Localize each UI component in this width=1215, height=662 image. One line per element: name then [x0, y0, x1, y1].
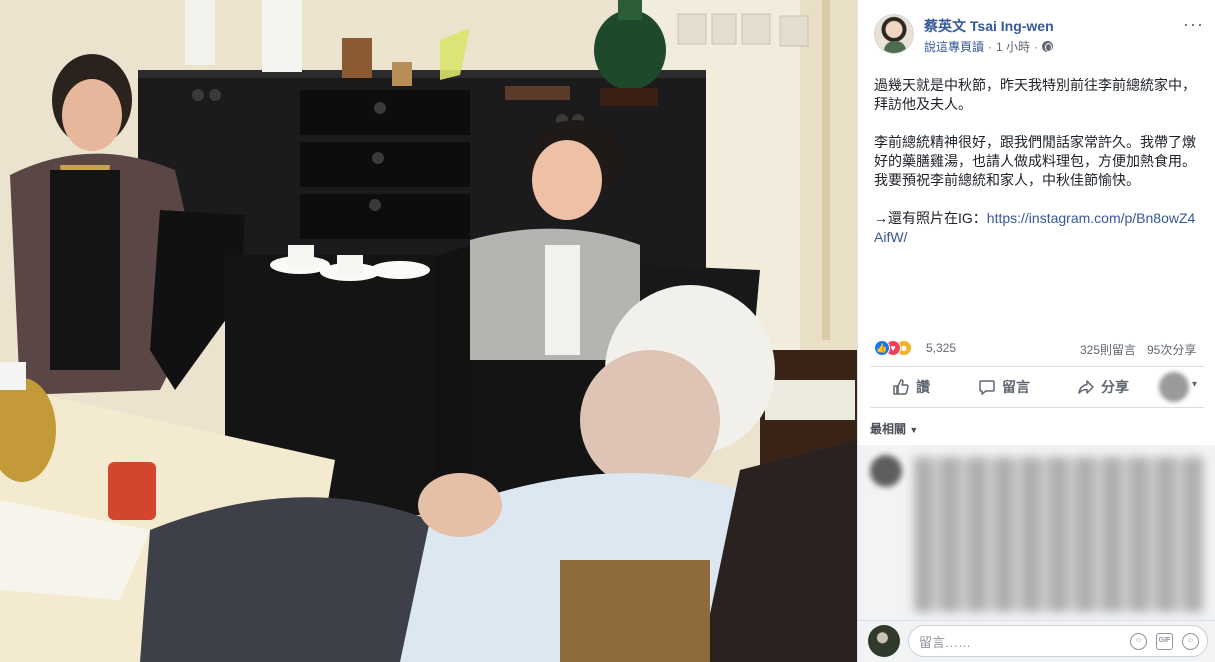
reaction-count[interactable]: 5,325 [926, 341, 956, 355]
post-photo[interactable] [0, 0, 857, 662]
share-label: 分享 [1101, 379, 1129, 395]
globe-icon [1042, 41, 1054, 52]
composer-tools: ☺ GIF ☺ [1130, 633, 1199, 650]
emoji-icon[interactable]: ☺ [1130, 633, 1147, 650]
comment-input[interactable]: 留言…… ☺ GIF ☺ [908, 625, 1208, 657]
gif-icon[interactable]: GIF [1156, 633, 1173, 650]
comment-button[interactable]: 留言 [978, 375, 1030, 399]
post-side-panel: 蔡英文 Tsai Ing-wen 說這專頁讀 · 1 小時 · ··· 過幾天就… [857, 0, 1215, 662]
current-user-avatar[interactable] [868, 625, 900, 657]
chevron-down-icon: ▼ [909, 425, 919, 435]
share-button[interactable]: 分享 [1077, 375, 1129, 399]
comment-composer: 留言…… ☺ GIF ☺ [858, 620, 1215, 662]
comment-sort-dropdown[interactable]: 最相關 ▼ [870, 420, 918, 437]
reaction-icons[interactable]: 👍 ♥ ☻ [874, 340, 926, 356]
blurred-comment [914, 457, 1204, 612]
action-bar: 讚 留言 分享 ▾ [870, 369, 1215, 405]
reaction-summary: 👍 ♥ ☻ 5,325 325則留言 95次分享 [874, 338, 1200, 358]
meta-separator-2: · [1034, 39, 1039, 54]
comment-label: 留言 [1002, 379, 1030, 395]
like-reaction-icon: 👍 [874, 340, 890, 356]
post-timestamp[interactable]: 1 小時 [996, 38, 1030, 55]
post-meta: 說這專頁讀 · 1 小時 · [924, 38, 1054, 55]
post-header: 蔡英文 Tsai Ing-wen 說這專頁讀 · 1 小時 · ··· [874, 14, 1204, 58]
post-ig-line: →還有照片在IG：https://instagram.com/p/Bn8owZ4… [874, 209, 1200, 247]
commenter-avatar[interactable] [870, 455, 902, 487]
like-label: 讚 [916, 379, 930, 395]
thumbs-up-icon [893, 379, 909, 395]
ig-prefix: →還有照片在IG： [874, 210, 987, 226]
share-count[interactable]: 95次分享 [1147, 341, 1196, 358]
page-avatar[interactable] [874, 14, 914, 54]
post-paragraph-1: 過幾天就是中秋節，昨天我特別前往李前總統家中，拜訪他及夫人。 [874, 77, 1196, 112]
meta-link[interactable]: 說這專頁讀 [924, 38, 984, 55]
share-arrow-icon [1078, 380, 1094, 394]
comments-list [858, 445, 1215, 620]
comment-input-placeholder: 留言…… [919, 634, 972, 650]
meta-separator: · [988, 39, 993, 54]
comment-count[interactable]: 325則留言 [1080, 341, 1136, 358]
like-button[interactable]: 讚 [892, 375, 930, 399]
page-name-link[interactable]: 蔡英文 Tsai Ing-wen [924, 16, 1054, 36]
divider-top [870, 366, 1204, 367]
photo-scene [0, 0, 857, 662]
share-as-avatar[interactable] [1159, 372, 1189, 402]
share-as-caret-icon[interactable]: ▾ [1192, 379, 1197, 390]
sticker-icon[interactable]: ☺ [1182, 633, 1199, 650]
more-options-icon[interactable]: ··· [1183, 14, 1204, 35]
comment-bubble-icon [979, 380, 995, 395]
sort-label: 最相關 [870, 422, 907, 436]
post-body: 過幾天就是中秋節，昨天我特別前往李前總統家中，拜訪他及夫人。 李前總統精神很好，… [874, 76, 1200, 266]
divider-bottom [870, 407, 1204, 408]
post-paragraph-2: 李前總統精神很好，跟我們閒話家常許久。我帶了燉好的藥膳雞湯，也請人做成料理包，方… [874, 134, 1196, 188]
